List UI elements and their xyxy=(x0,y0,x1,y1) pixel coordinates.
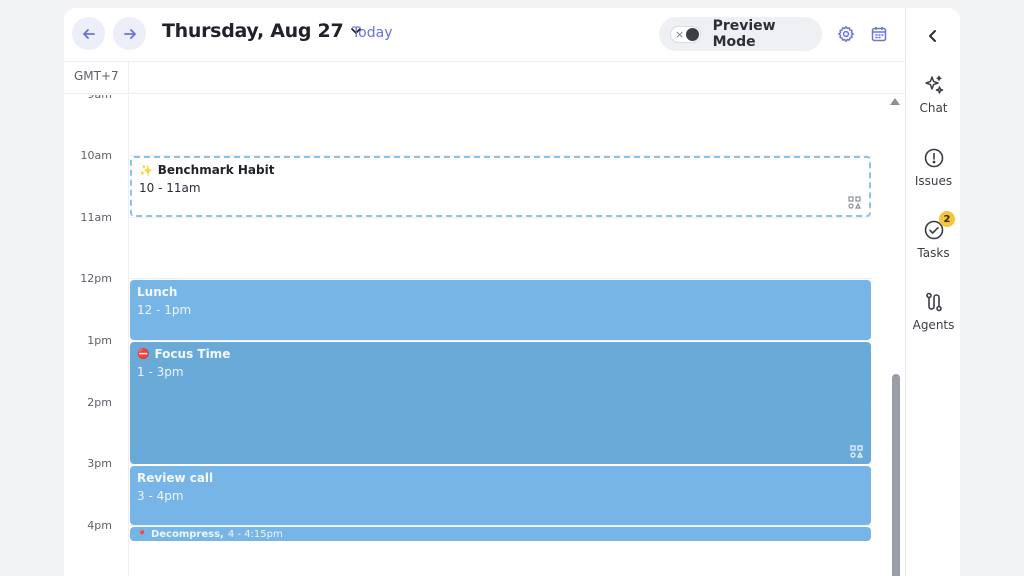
toggle-off-mark: × xyxy=(675,27,685,41)
sidebar-item-label: Agents xyxy=(912,318,955,332)
event-title: Lunch xyxy=(137,285,178,299)
event-title-row: ✨ Benchmark Habit xyxy=(139,163,862,177)
event-title: Review call xyxy=(137,471,214,485)
hour-label: 9am xyxy=(88,95,112,101)
today-button[interactable]: Today xyxy=(352,25,393,41)
hour-label: 3pm xyxy=(87,457,112,470)
event-time: 3 - 4pm xyxy=(137,489,184,503)
event-title: Decompress, xyxy=(150,528,224,540)
gear-icon[interactable] xyxy=(837,25,855,43)
event-decompress[interactable]: 📍 Decompress, 4 - 4:15pm xyxy=(130,527,871,541)
route-icon xyxy=(925,292,942,312)
sparkles-icon: ✨ xyxy=(139,163,153,177)
calendar-icon[interactable] xyxy=(870,25,888,43)
sidebar-item-label: Chat xyxy=(919,101,948,115)
date-picker-button[interactable]: Thursday, Aug 27 xyxy=(162,20,362,42)
event-time: 10 - 11am xyxy=(139,181,201,195)
hour-label: 10am xyxy=(80,149,112,162)
date-title: Thursday, Aug 27 xyxy=(162,20,344,42)
hour-label: 12pm xyxy=(80,272,112,285)
hour-line xyxy=(128,340,873,341)
event-title: Focus Time xyxy=(154,347,231,361)
gutter-divider xyxy=(128,62,129,94)
shapes-icon xyxy=(848,196,861,209)
next-day-button[interactable] xyxy=(113,17,146,50)
sidebar-item-agents[interactable]: Agents xyxy=(906,291,960,332)
hour-label: 1pm xyxy=(87,334,112,347)
sidebar-item-tasks[interactable]: 2 Tasks xyxy=(906,211,960,260)
day-grid[interactable]: 9am 10am 11am 12pm 1pm 2pm 3pm 4pm ✨ Ben… xyxy=(64,95,905,576)
tasks-count-badge: 2 xyxy=(939,211,955,227)
event-time: 1 - 3pm xyxy=(137,365,184,379)
sidebar-item-chat[interactable]: Chat xyxy=(906,74,960,115)
hour-label: 11am xyxy=(80,211,112,224)
sidebar-item-issues[interactable]: Issues xyxy=(906,147,960,188)
hour-label: 4pm xyxy=(87,519,112,532)
pin-icon: 📍 xyxy=(137,529,147,539)
hour-line xyxy=(128,525,873,526)
toggle-switch[interactable]: × xyxy=(670,25,701,43)
event-time: 12 - 1pm xyxy=(137,303,192,317)
alert-circle-icon xyxy=(924,148,943,168)
shapes-icon xyxy=(850,445,863,458)
arrow-left-icon xyxy=(82,28,95,39)
timezone-label: GMT+7 xyxy=(74,69,119,83)
event-focus-time[interactable]: ⛔ Focus Time 1 - 3pm xyxy=(130,342,871,464)
gutter-divider xyxy=(128,95,129,576)
previous-day-button[interactable] xyxy=(72,17,105,50)
event-title-row: ⛔ Focus Time xyxy=(137,347,864,361)
calendar-app: Thursday, Aug 27 Today × Preview Mode GM… xyxy=(64,8,960,576)
toggle-knob xyxy=(685,27,699,41)
chevron-left-icon[interactable] xyxy=(925,28,941,44)
hour-line xyxy=(128,217,873,218)
hour-line xyxy=(128,278,873,279)
scrollbar-thumb[interactable] xyxy=(892,374,900,576)
sidebar-item-label: Issues xyxy=(914,174,953,188)
no-entry-icon: ⛔ xyxy=(137,348,150,360)
event-title: Benchmark Habit xyxy=(157,163,275,177)
event-review-call[interactable]: Review call 3 - 4pm xyxy=(130,466,871,525)
calendar-header: Thursday, Aug 27 Today × Preview Mode xyxy=(64,8,905,62)
arrow-right-icon xyxy=(123,28,136,39)
scroll-up-arrow[interactable] xyxy=(890,98,900,105)
sparkles-icon xyxy=(924,75,943,94)
sidebar-item-label: Tasks xyxy=(917,246,950,260)
right-sidebar: Chat Issues 2 Tasks Agents xyxy=(905,8,960,576)
preview-mode-label: Preview Mode xyxy=(712,18,776,50)
timezone-row: GMT+7 xyxy=(64,62,905,94)
event-time: 4 - 4:15pm xyxy=(227,528,283,540)
event-lunch[interactable]: Lunch 12 - 1pm xyxy=(130,280,871,340)
hour-label: 2pm xyxy=(87,396,112,409)
event-benchmark-habit[interactable]: ✨ Benchmark Habit 10 - 11am xyxy=(130,156,871,217)
preview-mode-toggle[interactable]: × Preview Mode xyxy=(659,17,822,51)
